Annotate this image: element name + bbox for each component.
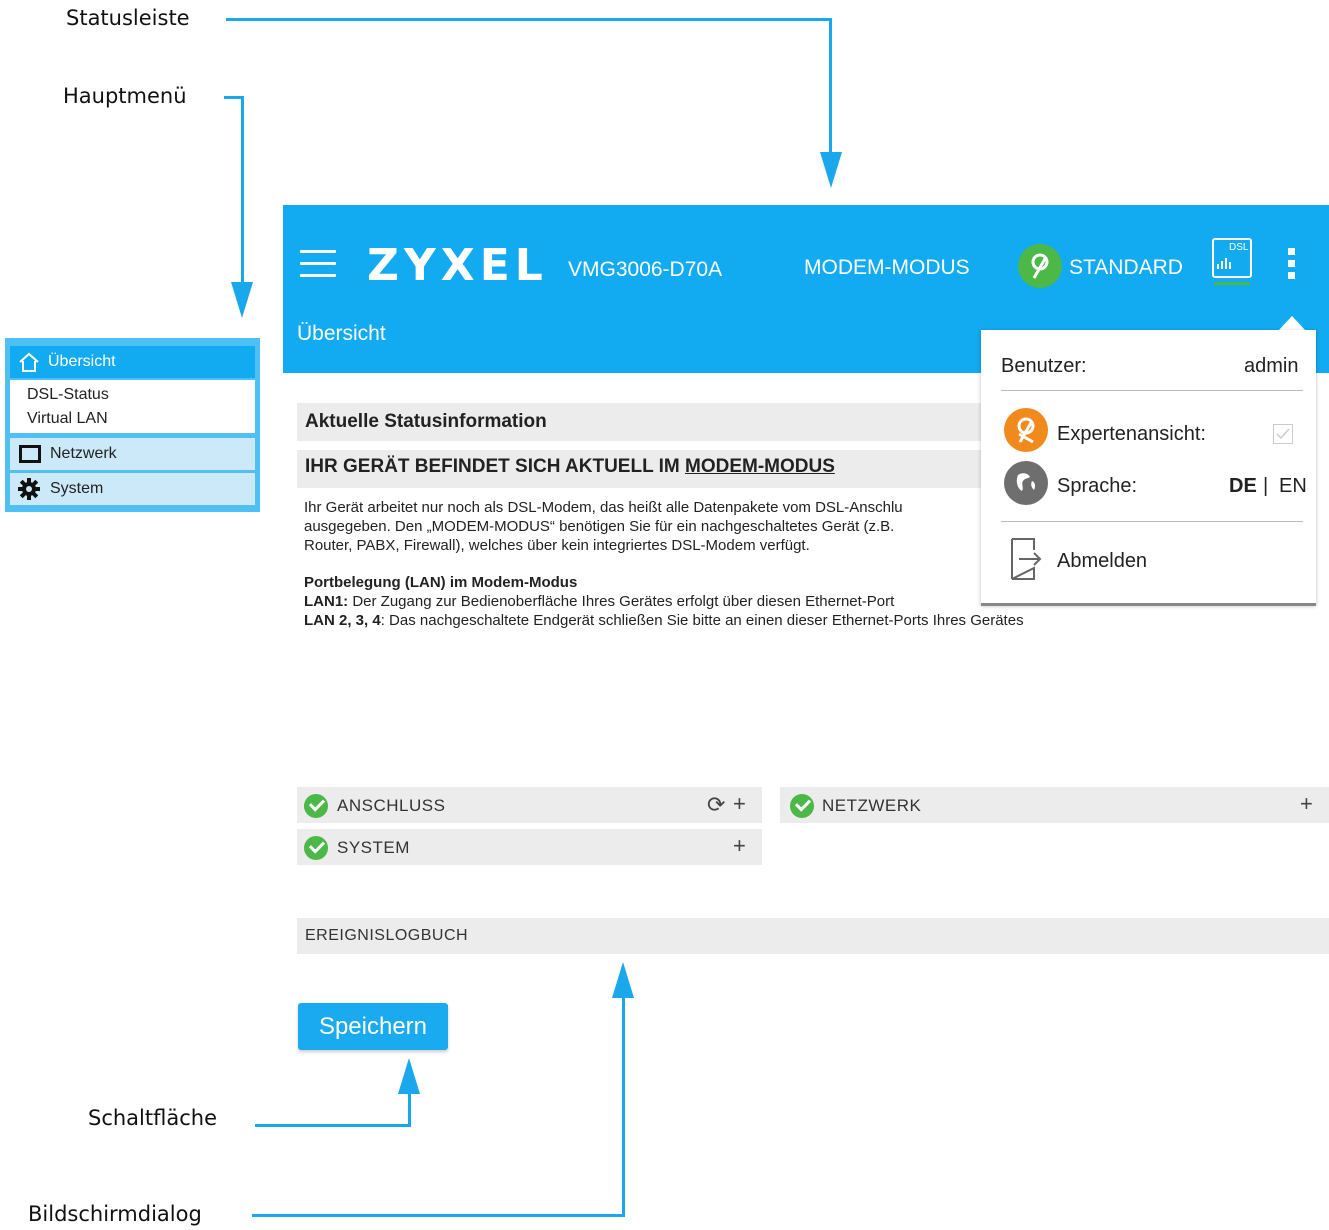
- sidebar-item-uebersicht[interactable]: Übersicht: [10, 346, 255, 378]
- network-icon: [19, 445, 41, 463]
- lan234-line: LAN 2, 3, 4: Das nachgeschaltete Endgerä…: [304, 611, 1304, 630]
- mode-label[interactable]: MODEM-MODUS: [804, 256, 970, 280]
- hamburger-menu-icon[interactable]: [300, 250, 336, 282]
- ok-check-icon: [790, 794, 814, 818]
- expert-view-checkbox[interactable]: [1273, 424, 1293, 444]
- panel-netzwerk[interactable]: NETZWERK +: [780, 787, 1329, 823]
- home-icon: [19, 352, 39, 372]
- logout-icon[interactable]: [1009, 536, 1043, 582]
- language-en[interactable]: EN: [1279, 475, 1307, 498]
- globe-glyph: [1016, 473, 1036, 491]
- sidebar-item-system[interactable]: System: [10, 473, 255, 505]
- more-vertical-icon[interactable]: [1288, 248, 1296, 284]
- user-dropdown: Benutzer: admin Expertenansicht: Sprache…: [981, 330, 1316, 606]
- event-log-title: EREIGNISLOGBUCH: [305, 927, 469, 944]
- mode-heading-prefix: IHR GERÄT BEFINDET SICH AKTUELL IM: [305, 456, 685, 477]
- expand-plus-icon[interactable]: +: [733, 833, 746, 859]
- gear-icon: [18, 478, 40, 500]
- panel-title: SYSTEM: [337, 838, 410, 857]
- panel-title: ANSCHLUSS: [337, 796, 446, 815]
- callout-line: [829, 18, 832, 158]
- brand-logo: ZYXEL: [367, 240, 548, 291]
- lan234-label: LAN 2, 3, 4: [304, 612, 381, 629]
- mode-heading-bar: IHR GERÄT BEFINDET SICH AKTUELL IM MODEM…: [297, 450, 987, 488]
- mode-heading: IHR GERÄT BEFINDET SICH AKTUELL IM MODEM…: [305, 456, 835, 478]
- arrow-up-icon: [612, 962, 634, 998]
- description-line: Ihr Gerät arbeitet nur noch als DSL-Mode…: [304, 499, 903, 516]
- arrow-down-icon: [820, 152, 842, 188]
- sidebar-item-label: Netzwerk: [50, 445, 117, 462]
- callout-hauptmenue: Hauptmenü: [63, 84, 187, 108]
- dropdown-bottom-border: [981, 603, 1316, 606]
- user-value: admin: [1244, 355, 1299, 377]
- callout-line: [622, 995, 625, 1217]
- callout-line: [255, 1124, 411, 1127]
- lan234-text: : Das nachgeschaltete Endgerät schließen…: [380, 612, 1024, 629]
- status-info-title: Aktuelle Statusinformation: [305, 411, 547, 432]
- event-log-panel[interactable]: EREIGNISLOGBUCH: [297, 918, 1329, 954]
- logout-label[interactable]: Abmelden: [1057, 550, 1147, 573]
- divider: [1001, 521, 1303, 522]
- ok-check-icon: [304, 794, 328, 818]
- callout-bildschirmdialog: Bildschirmdialog: [28, 1202, 202, 1226]
- signal-bars-icon: [1217, 258, 1231, 269]
- refresh-icon[interactable]: ⟳: [707, 792, 725, 818]
- callout-schaltflaeche: Schaltfläche: [88, 1106, 217, 1130]
- sidebar-item-label: Übersicht: [48, 353, 116, 370]
- user-label: Benutzer:: [1001, 355, 1087, 377]
- sidebar-subitem-virtual-lan[interactable]: Virtual LAN: [27, 410, 108, 428]
- sidebar-item-label: System: [50, 480, 104, 497]
- expert-glyph: [1017, 417, 1035, 444]
- mode-heading-link[interactable]: MODEM-MODUS: [685, 456, 835, 477]
- callout-statusleiste: Statusleiste: [66, 6, 190, 30]
- lan1-label: LAN1:: [304, 593, 349, 610]
- view-mode-label[interactable]: STANDARD: [1069, 256, 1183, 280]
- callout-line: [226, 18, 832, 21]
- callout-line: [241, 96, 244, 286]
- panel-anschluss[interactable]: ANSCHLUSS ⟳ +: [297, 787, 762, 823]
- arrow-down-icon: [231, 282, 253, 318]
- globe-icon: [1004, 461, 1048, 505]
- language-de[interactable]: DE: [1229, 475, 1257, 498]
- panel-system[interactable]: SYSTEM +: [297, 829, 762, 865]
- device-model: VMG3006-D70A: [568, 258, 723, 281]
- dsl-status-icon[interactable]: DSL: [1212, 238, 1252, 278]
- divider: [1001, 390, 1303, 391]
- language-separator: |: [1263, 475, 1269, 497]
- dsl-icon-label: DSL: [1229, 242, 1249, 253]
- status-info-bar: Aktuelle Statusinformation: [297, 403, 987, 441]
- sidebar-subitem-dsl-status[interactable]: DSL-Status: [27, 386, 109, 404]
- expert-view-icon: [1004, 408, 1048, 452]
- lan1-text: Der Zugang zur Bedienoberfläche Ihres Ge…: [348, 593, 895, 610]
- submenu: DSL-Status Virtual LAN: [10, 380, 255, 433]
- checkmark-icon: [1276, 428, 1290, 440]
- standard-view-icon[interactable]: [1018, 244, 1062, 288]
- main-menu: Übersicht DSL-Status Virtual LAN Netzwer…: [5, 338, 260, 512]
- breadcrumb: Übersicht: [297, 322, 386, 345]
- save-button[interactable]: Speichern: [298, 1003, 448, 1050]
- language-label: Sprache:: [1057, 475, 1138, 497]
- description-line: Router, PABX, Firewall), welches über ke…: [304, 537, 810, 554]
- dsl-status-indicator: [1214, 282, 1250, 285]
- standard-view-glyph: [1031, 253, 1049, 279]
- expand-plus-icon[interactable]: +: [1300, 791, 1313, 817]
- callout-line: [252, 1214, 625, 1217]
- sidebar-item-netzwerk[interactable]: Netzwerk: [10, 438, 255, 470]
- arrow-up-icon: [398, 1058, 420, 1094]
- mode-description: Ihr Gerät arbeitet nur noch als DSL-Mode…: [304, 498, 994, 555]
- ok-check-icon: [304, 836, 328, 860]
- expert-view-label: Expertenansicht:: [1057, 423, 1206, 445]
- panel-title: NETZWERK: [822, 796, 922, 815]
- expand-plus-icon[interactable]: +: [733, 791, 746, 817]
- description-line: ausgegeben. Den „MODEM-MODUS“ benötigen …: [304, 518, 895, 535]
